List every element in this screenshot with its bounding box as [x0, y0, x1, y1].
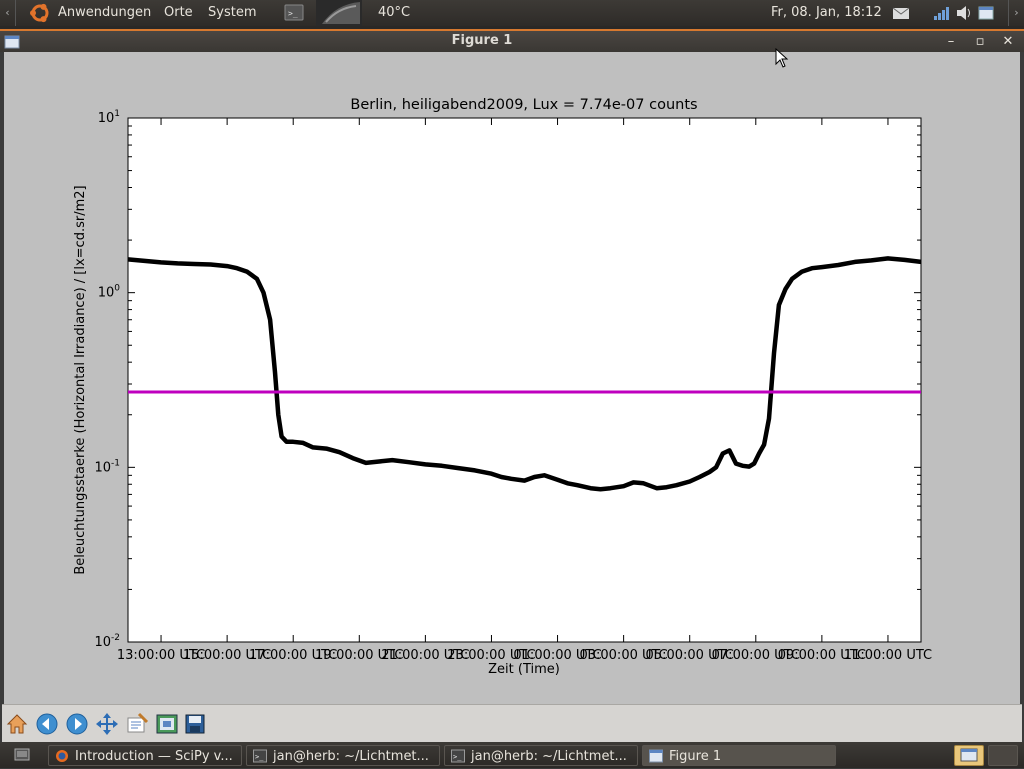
terminal-icon: >_	[451, 749, 465, 763]
chart: Berlin, heiligabend2009, Lux = 7.74e-07 …	[73, 97, 932, 677]
temperature-label: 40°C	[378, 5, 411, 20]
terminal-icon: >_	[253, 749, 267, 763]
volume-icon[interactable]	[955, 0, 973, 26]
workspace-2[interactable]	[988, 745, 1018, 766]
firefox-icon	[56, 750, 68, 762]
y-tick-label: 101	[98, 109, 120, 126]
show-desktop-icon[interactable]	[14, 747, 30, 767]
window-icon	[649, 749, 663, 763]
y-tick-label: 100	[98, 284, 121, 301]
y-tick-exponent: -1	[111, 458, 120, 468]
y-tick-exponent: -2	[111, 633, 120, 643]
zoom-rect-icon[interactable]	[124, 711, 150, 737]
y-tick-base: 10	[98, 286, 115, 301]
task-firefox[interactable]: Introduction — SciPy v...	[48, 745, 242, 766]
task-label: Figure 1	[669, 749, 722, 764]
window-list-icon[interactable]	[977, 0, 995, 26]
y-tick-base: 10	[94, 460, 111, 475]
pan-icon[interactable]	[94, 711, 120, 737]
subplots-icon[interactable]	[154, 711, 180, 737]
save-icon[interactable]	[182, 711, 208, 737]
task-label: jan@herb: ~/Lichtmet...	[471, 749, 627, 764]
svg-text:>_: >_	[288, 9, 298, 18]
task-figure-1[interactable]: Figure 1	[642, 745, 836, 766]
ubuntu-logo-icon[interactable]	[28, 0, 52, 26]
weather-icon	[316, 0, 362, 26]
workspace-switcher[interactable]	[954, 745, 984, 766]
y-tick-exponent: 0	[114, 284, 120, 294]
task-terminal-2[interactable]: >_ jan@herb: ~/Lichtmet...	[444, 745, 638, 766]
figure-canvas[interactable]: Berlin, heiligabend2009, Lux = 7.74e-07 …	[2, 52, 1022, 704]
terminal-launcher-icon[interactable]: >_	[284, 0, 304, 26]
back-icon[interactable]	[34, 711, 60, 737]
y-tick-label: 10-1	[94, 458, 120, 475]
chart-title: Berlin, heiligabend2009, Lux = 7.74e-07 …	[350, 97, 697, 113]
y-tick-base: 10	[94, 635, 111, 650]
window-title: Figure 1	[451, 33, 513, 48]
y-axis-label: Beleuchtungsstaerke (Horizontal Irradian…	[73, 185, 88, 574]
clock[interactable]: Fr, 08. Jan, 18:12	[771, 0, 882, 26]
svg-text:>_: >_	[453, 753, 462, 761]
task-label: jan@herb: ~/Lichtmet...	[273, 749, 429, 764]
x-axis-label: Zeit (Time)	[488, 662, 560, 677]
mouse-cursor-icon	[775, 47, 789, 72]
top-panel: ‹ Anwendungen Orte System >_ 40°C Fr, 08…	[0, 0, 1024, 26]
plot-area	[127, 117, 922, 643]
matplotlib-toolbar	[2, 704, 1022, 742]
y-tick-base: 10	[98, 111, 115, 126]
menu-orte[interactable]: Orte	[164, 0, 193, 26]
mail-icon[interactable]	[892, 0, 910, 26]
minimize-button[interactable]: –	[942, 33, 960, 51]
bottom-taskbar: Introduction — SciPy v... >_ jan@herb: ~…	[0, 742, 1024, 768]
close-button[interactable]: ✕	[999, 33, 1017, 51]
home-icon[interactable]	[4, 711, 30, 737]
forward-icon[interactable]	[64, 711, 90, 737]
task-label: Introduction — SciPy v...	[75, 749, 233, 764]
network-signal-icon[interactable]	[932, 0, 950, 26]
menu-system[interactable]: System	[208, 0, 256, 26]
window-titlebar[interactable]: Figure 1 – ▫ ✕	[0, 29, 1024, 52]
maximize-button[interactable]: ▫	[971, 33, 989, 51]
x-tick-label: 11:00:00 UTC	[844, 648, 932, 663]
panel-scroll-left-icon[interactable]: ‹	[0, 0, 16, 26]
panel-scroll-right-icon[interactable]: ›	[1008, 0, 1024, 26]
svg-text:>_: >_	[255, 753, 264, 761]
menu-anwendungen[interactable]: Anwendungen	[58, 0, 151, 26]
y-tick-exponent: 1	[114, 109, 120, 119]
task-terminal-1[interactable]: >_ jan@herb: ~/Lichtmet...	[246, 745, 440, 766]
